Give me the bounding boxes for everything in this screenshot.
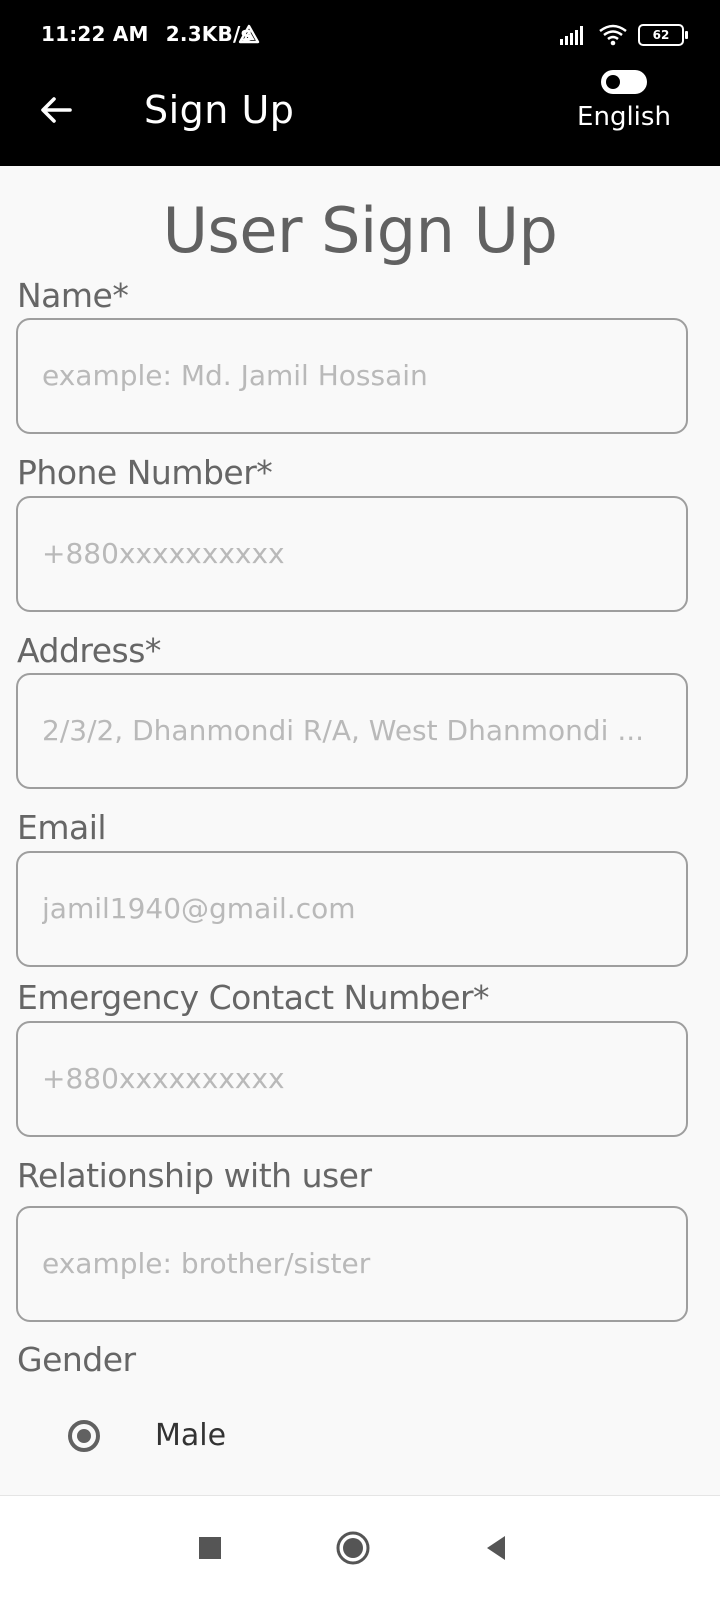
- back-arrow-icon[interactable]: [34, 88, 78, 132]
- top-bar: 11:22 AM 2.3KB/s 62 Sign Up English: [0, 0, 720, 166]
- name-field[interactable]: [16, 318, 688, 434]
- status-left: 11:22 AM 2.3KB/s: [41, 22, 263, 46]
- toggle-knob: [606, 75, 620, 89]
- home-icon[interactable]: [335, 1530, 371, 1566]
- address-label: Address*: [17, 631, 161, 670]
- relationship-input[interactable]: [40, 1246, 664, 1281]
- language-label: English: [577, 102, 671, 132]
- phone-label: Phone Number*: [17, 453, 273, 492]
- gender-male-label: Male: [155, 1418, 227, 1453]
- language-toggle[interactable]: [601, 70, 647, 94]
- battery-level: 62: [652, 28, 670, 42]
- nav-back-icon[interactable]: [478, 1530, 514, 1566]
- email-field[interactable]: [16, 851, 688, 967]
- signal-icon: [560, 26, 583, 45]
- recent-apps-icon[interactable]: [192, 1530, 228, 1566]
- name-label: Name*: [17, 276, 129, 315]
- address-input[interactable]: [40, 713, 664, 748]
- page-title: User Sign Up: [162, 194, 558, 267]
- battery-icon: 62: [638, 24, 688, 46]
- emergency-contact-input[interactable]: [40, 1061, 664, 1096]
- gender-label: Gender: [17, 1340, 136, 1379]
- emergency-contact-label: Emergency Contact Number*: [17, 978, 490, 1017]
- name-input[interactable]: [40, 358, 664, 393]
- email-label: Email: [17, 808, 107, 847]
- emergency-contact-field[interactable]: [16, 1021, 688, 1137]
- language-switch[interactable]: English: [574, 70, 674, 132]
- address-field[interactable]: [16, 673, 688, 789]
- phone-field[interactable]: [16, 496, 688, 612]
- email-input[interactable]: [40, 891, 664, 926]
- phone-input[interactable]: [40, 536, 664, 571]
- radio-button-male[interactable]: [68, 1419, 100, 1452]
- gender-option-male[interactable]: Male: [68, 1418, 226, 1453]
- status-icons: 62: [560, 24, 688, 46]
- radio-selected-dot: [77, 1428, 91, 1443]
- data-saver-icon: [238, 24, 260, 44]
- wifi-icon: [599, 24, 627, 46]
- relationship-label: Relationship with user: [17, 1156, 372, 1195]
- status-time: 11:22 AM: [41, 22, 149, 46]
- status-bar: 11:22 AM 2.3KB/s 62: [0, 0, 720, 70]
- relationship-field[interactable]: [16, 1206, 688, 1322]
- app-bar-title: Sign Up: [144, 88, 295, 132]
- system-nav-bar: [0, 1495, 720, 1600]
